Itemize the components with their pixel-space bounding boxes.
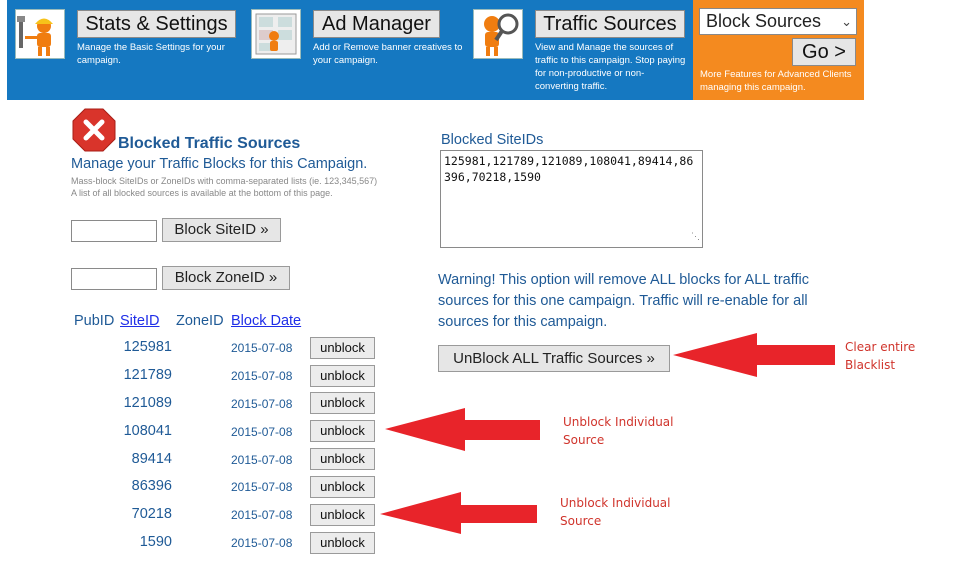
annotation-arrows [380,333,835,534]
annotation-line: Unblock Individual [563,415,674,429]
annotation-line: Unblock Individual [560,496,671,510]
annotation-line: Source [563,433,605,447]
annotation-unblock-individual-1: Unblock Individual Source [563,413,673,449]
annotation-clear-blacklist: Clear entire Blacklist [845,338,915,374]
annotation-line: Clear entire [845,340,916,354]
annotation-line: Source [560,514,602,528]
arrow-unblock-individual-1 [385,408,540,451]
arrow-clear-blacklist [673,333,835,377]
annotation-unblock-individual-2: Unblock Individual Source [560,494,670,530]
arrow-unblock-individual-2 [380,492,537,534]
annotation-line: Blacklist [845,358,896,372]
